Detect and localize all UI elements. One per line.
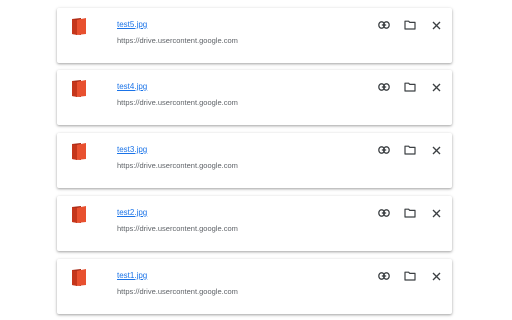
file-name-link[interactable]: test1.jpg bbox=[117, 271, 147, 281]
show-in-folder-button[interactable] bbox=[403, 80, 417, 94]
link-icon bbox=[378, 21, 390, 29]
show-in-folder-button[interactable] bbox=[403, 206, 417, 220]
show-in-folder-button[interactable] bbox=[403, 143, 417, 157]
remove-button[interactable] bbox=[429, 18, 443, 32]
image-file-icon bbox=[71, 17, 88, 36]
file-source-url: https://drive.usercontent.google.com bbox=[117, 36, 238, 45]
close-icon bbox=[432, 209, 440, 217]
file-name-link[interactable]: test3.jpg bbox=[117, 145, 147, 155]
download-item: test4.jpg https://drive.usercontent.goog… bbox=[57, 70, 452, 125]
copy-link-button[interactable] bbox=[377, 80, 391, 94]
copy-link-button[interactable] bbox=[377, 206, 391, 220]
file-source-url: https://drive.usercontent.google.com bbox=[117, 224, 238, 233]
close-icon bbox=[432, 83, 440, 91]
folder-icon bbox=[404, 271, 416, 281]
file-name-link[interactable]: test4.jpg bbox=[117, 82, 147, 92]
download-item: test3.jpg https://drive.usercontent.goog… bbox=[57, 133, 452, 188]
folder-icon bbox=[404, 145, 416, 155]
remove-button[interactable] bbox=[429, 269, 443, 283]
file-name-link[interactable]: test2.jpg bbox=[117, 208, 147, 218]
folder-icon bbox=[404, 82, 416, 92]
image-file-icon bbox=[71, 268, 88, 287]
link-icon bbox=[378, 83, 390, 91]
downloads-list: test5.jpg https://drive.usercontent.goog… bbox=[0, 0, 512, 320]
image-file-icon bbox=[71, 79, 88, 98]
image-file-icon bbox=[71, 142, 88, 161]
show-in-folder-button[interactable] bbox=[403, 18, 417, 32]
close-icon bbox=[432, 272, 440, 280]
close-icon bbox=[432, 146, 440, 154]
remove-button[interactable] bbox=[429, 80, 443, 94]
link-icon bbox=[378, 209, 390, 217]
folder-icon bbox=[404, 20, 416, 30]
file-source-url: https://drive.usercontent.google.com bbox=[117, 287, 238, 296]
close-icon bbox=[432, 21, 440, 29]
show-in-folder-button[interactable] bbox=[403, 269, 417, 283]
image-file-icon bbox=[71, 205, 88, 224]
copy-link-button[interactable] bbox=[377, 18, 391, 32]
remove-button[interactable] bbox=[429, 206, 443, 220]
file-source-url: https://drive.usercontent.google.com bbox=[117, 98, 238, 107]
download-item: test2.jpg https://drive.usercontent.goog… bbox=[57, 196, 452, 251]
link-icon bbox=[378, 272, 390, 280]
folder-icon bbox=[404, 208, 416, 218]
download-item: test1.jpg https://drive.usercontent.goog… bbox=[57, 259, 452, 314]
file-name-link[interactable]: test5.jpg bbox=[117, 20, 147, 30]
file-source-url: https://drive.usercontent.google.com bbox=[117, 161, 238, 170]
remove-button[interactable] bbox=[429, 143, 443, 157]
download-item: test5.jpg https://drive.usercontent.goog… bbox=[57, 8, 452, 63]
copy-link-button[interactable] bbox=[377, 269, 391, 283]
copy-link-button[interactable] bbox=[377, 143, 391, 157]
link-icon bbox=[378, 146, 390, 154]
